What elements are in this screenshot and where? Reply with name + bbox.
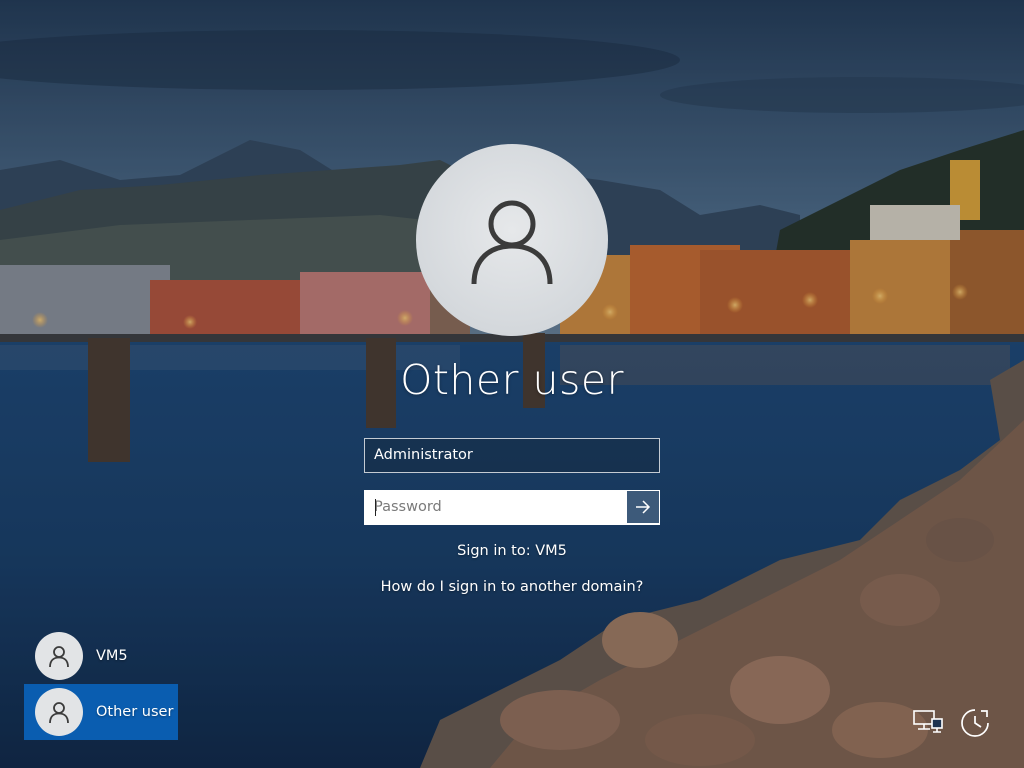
user-icon (49, 646, 69, 668)
submit-button[interactable] (627, 491, 659, 523)
user-tile-label: Other user (96, 704, 174, 720)
password-input[interactable] (365, 491, 627, 523)
user-avatar-large (416, 144, 608, 336)
user-avatar (35, 688, 83, 736)
user-avatar (35, 632, 83, 680)
password-box (364, 490, 660, 525)
user-icon (471, 200, 553, 285)
arrow-right-icon (636, 500, 651, 514)
text-caret (375, 499, 376, 516)
network-icon (913, 710, 943, 733)
username-field[interactable]: Administrator (364, 438, 660, 473)
user-tile-other-user[interactable]: Other user (24, 684, 178, 740)
accessibility-icon (961, 709, 989, 737)
sign-in-target: Sign in to: VM5 (457, 543, 567, 559)
user-tile-label: VM5 (96, 648, 128, 664)
user-tile-vm5[interactable]: VM5 (24, 628, 178, 684)
ease-of-access-button[interactable] (958, 706, 992, 740)
selected-user-name: Other user (400, 356, 624, 404)
network-button[interactable] (911, 706, 945, 740)
domain-help-link[interactable]: How do I sign in to another domain? (0, 579, 1024, 595)
user-icon (49, 702, 69, 724)
